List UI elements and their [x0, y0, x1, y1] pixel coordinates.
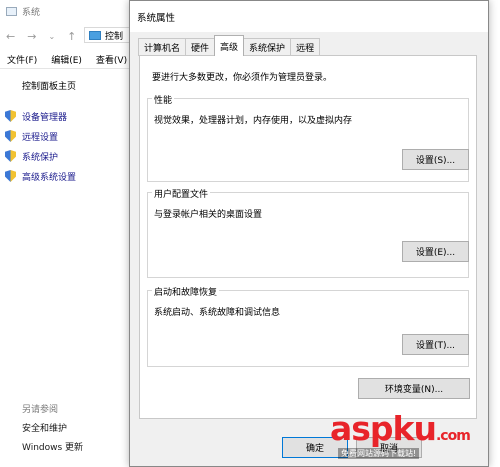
cancel-button[interactable]: 取消	[356, 437, 422, 458]
nav-link-system-protection[interactable]: 系统保护	[5, 146, 76, 166]
shield-icon	[5, 130, 16, 142]
shield-icon	[5, 110, 16, 122]
nav-link-device-manager[interactable]: 设备管理器	[5, 106, 76, 126]
admin-note: 要进行大多数更改，你必须作为管理员登录。	[152, 73, 333, 83]
system-nav-links: 设备管理器 远程设置 系统保护 高级系统设置	[5, 106, 76, 186]
control-panel-home-link[interactable]: 控制面板主页	[22, 79, 76, 92]
system-window-titlebar: 系统	[0, 0, 140, 22]
control-panel-icon	[89, 30, 101, 40]
system-window-title: 系统	[22, 7, 41, 18]
nav-link-advanced-settings[interactable]: 高级系统设置	[5, 166, 76, 186]
menu-bar: 文件(F) 编辑(E) 查看(V)	[0, 50, 140, 68]
user-profiles-group-description: 与登录帐户相关的桌面设置	[154, 210, 263, 220]
up-arrow-icon[interactable]: ↑	[67, 30, 76, 43]
tab-remote[interactable]: 远程	[290, 38, 321, 56]
startup-recovery-settings-button[interactable]: 设置(T)...	[402, 334, 469, 355]
user-profiles-group-title: 用户配置文件	[152, 187, 211, 200]
system-properties-dialog: 系统属性 计算机名 硬件 高级 系统保护 远程 要进行大多数更改，你必须作为管理…	[129, 0, 489, 467]
advanced-tab-panel: 要进行大多数更改，你必须作为管理员登录。 性能 视觉效果，处理器计划，内存使用，…	[139, 55, 477, 419]
startup-recovery-group: 启动和故障恢复 系统启动、系统故障和调试信息 设置(T)...	[147, 285, 469, 367]
tab-advanced[interactable]: 高级	[214, 35, 245, 56]
startup-recovery-group-title: 启动和故障恢复	[152, 285, 220, 298]
recent-chevron-icon[interactable]: ⌄	[48, 32, 55, 41]
menu-edit[interactable]: 编辑(E)	[44, 53, 89, 66]
performance-group-description: 视觉效果，处理器计划，内存使用，以及虚拟内存	[154, 116, 353, 126]
back-arrow-icon[interactable]: ←	[6, 30, 15, 43]
user-profiles-group: 用户配置文件 与登录帐户相关的桌面设置 设置(E)...	[147, 187, 469, 278]
environment-variables-button[interactable]: 环境变量(N)...	[358, 378, 470, 399]
forward-arrow-icon[interactable]: →	[27, 30, 36, 43]
tab-system-protection[interactable]: 系统保护	[243, 38, 292, 56]
menu-file[interactable]: 文件(F)	[0, 53, 44, 66]
nav-link-remote-settings[interactable]: 远程设置	[5, 126, 76, 146]
user-profiles-settings-button[interactable]: 设置(E)...	[402, 241, 469, 262]
see-also-windows-update[interactable]: Windows 更新	[22, 440, 83, 453]
shield-icon	[5, 150, 16, 162]
see-also-heading: 另请参阅	[22, 405, 59, 415]
system-app-icon	[6, 6, 17, 16]
menu-view[interactable]: 查看(V)	[89, 53, 134, 66]
nav-link-label: 远程设置	[22, 132, 59, 143]
tab-computer-name[interactable]: 计算机名	[138, 38, 187, 56]
nav-link-label: 系统保护	[22, 152, 59, 163]
shield-icon	[5, 170, 16, 182]
tab-hardware[interactable]: 硬件	[185, 38, 216, 56]
menu-divider	[0, 68, 140, 69]
see-also-security-maintenance[interactable]: 安全和维护	[22, 421, 67, 434]
dialog-title: 系统属性	[137, 12, 176, 24]
nav-link-label: 高级系统设置	[22, 172, 77, 183]
ok-button[interactable]: 确定	[282, 437, 348, 458]
startup-recovery-group-description: 系统启动、系统故障和调试信息	[154, 308, 281, 318]
dialog-titlebar: 系统属性	[130, 1, 488, 32]
performance-group-title: 性能	[152, 93, 175, 106]
performance-group: 性能 视觉效果，处理器计划，内存使用，以及虚拟内存 设置(S)...	[147, 93, 469, 182]
performance-settings-button[interactable]: 设置(S)...	[402, 149, 469, 170]
dialog-tabs: 计算机名 硬件 高级 系统保护 远程	[138, 35, 321, 56]
address-text: 控制	[105, 31, 124, 42]
nav-link-label: 设备管理器	[22, 112, 68, 123]
